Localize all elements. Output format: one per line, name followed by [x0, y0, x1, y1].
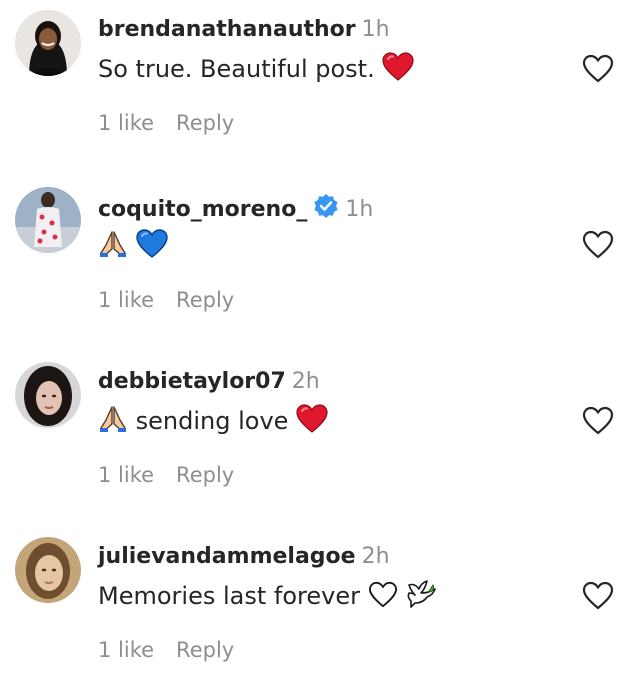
folded-hands-emoji	[98, 229, 128, 267]
comment-meta: 1 like Reply	[98, 286, 234, 314]
comment-item: debbietaylor07 2h sending love 1 like Repl…	[0, 352, 634, 512]
avatar[interactable]	[15, 362, 81, 428]
heart-outline-icon[interactable]	[582, 406, 614, 436]
username[interactable]: brendanathanauthor	[98, 17, 356, 42]
avatar[interactable]	[15, 187, 81, 253]
timestamp: 2h	[361, 544, 390, 569]
comment-text	[98, 229, 168, 267]
comment-meta: 1 like Reply	[98, 636, 234, 664]
comment-text: So true. Beautiful post.	[98, 52, 414, 90]
likes-count[interactable]: 1 like	[98, 638, 154, 662]
comment-body: Memories last forever	[98, 582, 360, 610]
timestamp: 2h	[291, 369, 320, 394]
red-heart-emoji	[382, 52, 414, 90]
comment-item: coquito_moreno_ 1h 1 like Reply	[0, 177, 634, 337]
comment-text: Memories last forever	[98, 579, 437, 617]
verified-badge-icon	[313, 193, 339, 227]
username[interactable]: julievandammelagoe	[98, 544, 356, 569]
username[interactable]: debbietaylor07	[98, 369, 286, 394]
comment-meta: 1 like Reply	[98, 109, 234, 137]
reply-button[interactable]: Reply	[176, 638, 234, 662]
white-heart-emoji	[368, 581, 398, 617]
likes-count[interactable]: 1 like	[98, 111, 154, 135]
comment-text: sending love	[98, 404, 328, 442]
comment-item: brendanathanauthor 1h So true. Beautiful …	[0, 0, 634, 160]
reply-button[interactable]: Reply	[176, 111, 234, 135]
reply-button[interactable]: Reply	[176, 288, 234, 312]
comment-item: julievandammelagoe 2h Memories last forev…	[0, 527, 634, 687]
comment-body: sending love	[135, 407, 289, 435]
folded-hands-emoji	[98, 404, 128, 442]
likes-count[interactable]: 1 like	[98, 288, 154, 312]
red-heart-emoji	[296, 404, 328, 442]
heart-outline-icon[interactable]	[582, 54, 614, 84]
username[interactable]: coquito_moreno_	[98, 197, 307, 222]
comment-header: brendanathanauthor 1h	[98, 16, 390, 44]
avatar[interactable]	[15, 10, 81, 76]
comment-meta: 1 like Reply	[98, 461, 234, 489]
comment-header: julievandammelagoe 2h	[98, 543, 390, 571]
reply-button[interactable]: Reply	[176, 463, 234, 487]
timestamp: 1h	[361, 17, 390, 42]
blue-heart-emoji	[135, 229, 168, 267]
avatar[interactable]	[15, 537, 81, 603]
heart-outline-icon[interactable]	[582, 230, 614, 260]
comment-header: debbietaylor07 2h	[98, 368, 320, 396]
comment-body: So true. Beautiful post.	[98, 55, 375, 83]
heart-outline-icon[interactable]	[582, 581, 614, 611]
timestamp: 1h	[345, 197, 374, 222]
likes-count[interactable]: 1 like	[98, 463, 154, 487]
dove-emoji	[405, 579, 437, 617]
comment-header: coquito_moreno_ 1h	[98, 193, 373, 227]
